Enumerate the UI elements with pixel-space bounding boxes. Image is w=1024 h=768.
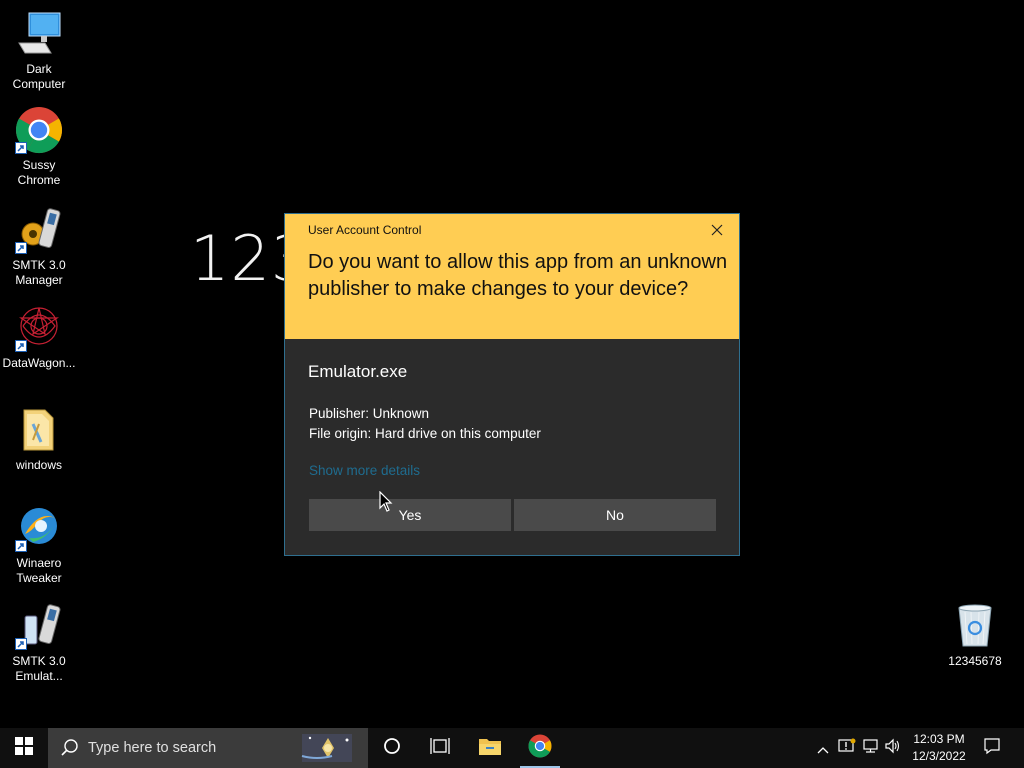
- search-placeholder: Type here to search: [88, 740, 217, 756]
- shortcut-arrow-icon: [15, 638, 27, 650]
- desktop-icon-label: Sussy: [22, 158, 56, 172]
- cortana-button[interactable]: [368, 728, 416, 768]
- desktop-icon-sussy-chrome[interactable]: Sussy Chrome: [0, 106, 78, 188]
- winaero-icon: [15, 504, 63, 552]
- action-center-button[interactable]: [976, 728, 1008, 768]
- desktop-icon-label: windows: [15, 458, 63, 472]
- recycle-bin-icon: [951, 602, 999, 650]
- start-button[interactable]: [0, 728, 48, 768]
- folder-icon: [15, 406, 63, 454]
- taskbar: Type here to search 12:03 PM 12/3/2022: [0, 728, 1024, 768]
- chrome-icon: [15, 106, 63, 154]
- desktop-icon-windows-folder[interactable]: windows: [0, 406, 78, 473]
- windows-logo-icon: [15, 737, 33, 759]
- shield-warning-icon: [838, 738, 856, 758]
- desktop-icon-label: DataWagon...: [2, 356, 76, 370]
- network-tray-button[interactable]: [860, 728, 882, 768]
- uac-dialog: User Account Control Do you want to allo…: [284, 213, 740, 556]
- shortcut-arrow-icon: [15, 242, 27, 254]
- uac-info: Publisher: Unknown File origin: Hard dri…: [309, 404, 541, 443]
- desktop-icon-label: 12345678: [948, 654, 1002, 668]
- no-button[interactable]: No: [514, 499, 716, 531]
- network-icon: [862, 738, 880, 758]
- desktop-icon-label: Computer: [12, 77, 66, 91]
- desktop-icon-winaero-tweaker[interactable]: Winaero Tweaker: [0, 504, 78, 586]
- smtk-emulator-icon: [15, 602, 63, 650]
- desktop-icon-label: SMTK 3.0: [12, 258, 66, 272]
- desktop-icon-label: Winaero: [16, 556, 62, 570]
- desktop-icon-label: Manager: [15, 273, 63, 287]
- desktop-icon-dark-computer[interactable]: Dark Computer: [0, 10, 78, 92]
- uac-app-name: Emulator.exe: [308, 362, 408, 381]
- datawagon-icon: [15, 304, 63, 352]
- desktop-icon-label: Tweaker: [16, 571, 62, 585]
- computer-icon: [15, 10, 63, 58]
- speaker-icon: [884, 738, 902, 758]
- chrome-taskbar-button[interactable]: [516, 728, 564, 768]
- uac-body: Emulator.exe Publisher: Unknown File ori…: [285, 339, 739, 555]
- clock-date: 12/3/2022: [912, 749, 966, 763]
- cortana-icon: [383, 737, 401, 759]
- close-icon[interactable]: [709, 222, 725, 238]
- file-explorer-icon: [478, 736, 502, 760]
- shortcut-arrow-icon: [15, 540, 27, 552]
- chevron-up-icon: [817, 739, 829, 758]
- taskbar-search-box[interactable]: Type here to search: [48, 728, 368, 768]
- show-more-details-link[interactable]: Show more details: [309, 463, 420, 478]
- uac-publisher: Publisher: Unknown: [309, 406, 430, 421]
- smtk-manager-icon: [15, 206, 63, 254]
- notification-icon: [983, 737, 1001, 759]
- search-icon: [60, 738, 80, 758]
- security-tray-button[interactable]: [836, 728, 858, 768]
- uac-question: Do you want to allow this app from an un…: [308, 251, 728, 300]
- file-explorer-taskbar-button[interactable]: [466, 728, 514, 768]
- uac-header: User Account Control Do you want to allo…: [285, 214, 739, 339]
- shortcut-arrow-icon: [15, 340, 27, 352]
- taskbar-clock[interactable]: 12:03 PM 12/3/2022: [904, 731, 974, 765]
- desktop-icon-smtk-manager[interactable]: SMTK 3.0 Manager: [0, 206, 78, 288]
- mouse-cursor-icon: [379, 490, 393, 517]
- search-highlight-icon: [292, 730, 362, 766]
- yes-button[interactable]: Yes: [309, 499, 511, 531]
- show-hidden-icons-button[interactable]: [812, 728, 834, 768]
- clock-time: 12:03 PM: [913, 732, 965, 746]
- desktop-icon-label: Chrome: [17, 173, 61, 187]
- desktop-icon-label: SMTK 3.0: [12, 654, 66, 668]
- task-view-icon: [430, 737, 450, 759]
- desktop-icon-datawagon[interactable]: DataWagon...: [0, 304, 78, 371]
- volume-tray-button[interactable]: [882, 728, 904, 768]
- uac-caption: User Account Control: [308, 223, 422, 237]
- chrome-icon: [528, 734, 552, 762]
- desktop-icon-recycle-bin[interactable]: 12345678: [936, 602, 1014, 669]
- uac-file-origin: File origin: Hard drive on this computer: [309, 425, 541, 441]
- desktop-icon-smtk-emulator[interactable]: SMTK 3.0 Emulat...: [0, 602, 78, 684]
- desktop-icon-label: Emulat...: [15, 669, 63, 683]
- desktop-icon-label: Dark: [26, 62, 52, 76]
- shortcut-arrow-icon: [15, 142, 27, 154]
- task-view-button[interactable]: [416, 728, 464, 768]
